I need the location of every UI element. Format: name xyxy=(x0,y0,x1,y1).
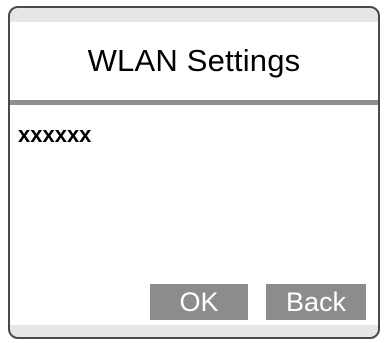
page-title: WLAN Settings xyxy=(87,43,301,78)
title-divider xyxy=(10,100,378,105)
back-button-label: Back xyxy=(285,286,347,317)
title-bar: WLAN Settings xyxy=(10,22,378,100)
screen: WLAN Settings xxxxxx OK Back xyxy=(10,22,378,325)
ok-button[interactable]: OK xyxy=(150,284,248,320)
ok-button-label: OK xyxy=(179,286,219,317)
back-button[interactable]: Back xyxy=(266,284,366,320)
device-frame: WLAN Settings xxxxxx OK Back xyxy=(8,6,380,339)
content-text: xxxxxx xyxy=(18,122,92,147)
